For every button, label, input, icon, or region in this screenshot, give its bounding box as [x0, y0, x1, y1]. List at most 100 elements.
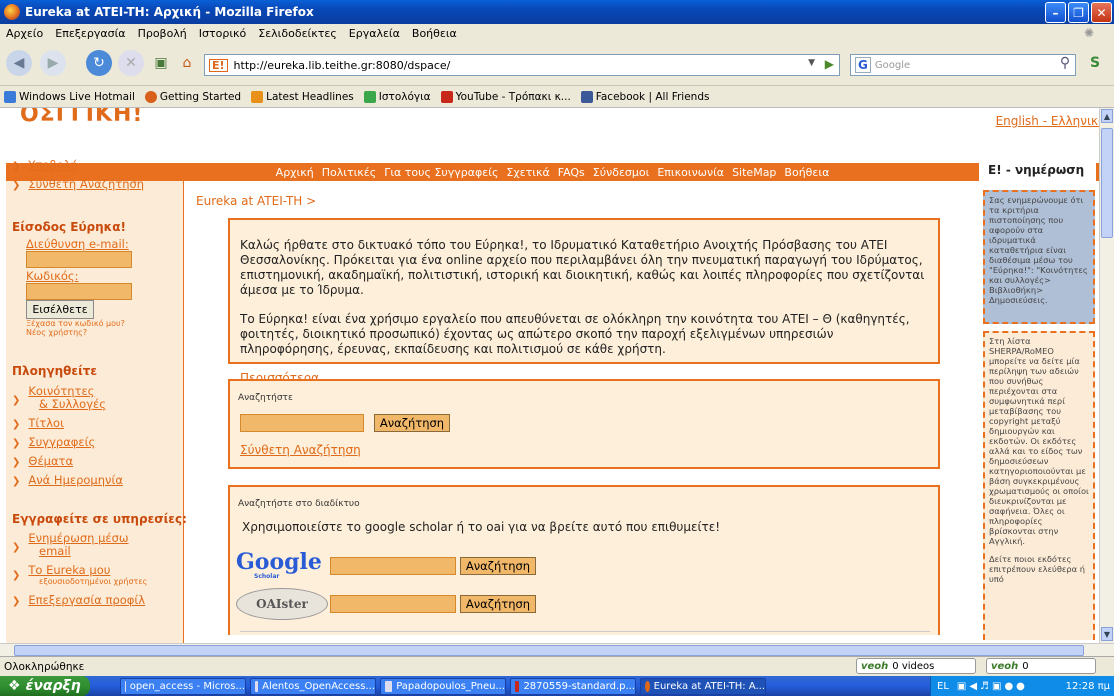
chevron-right-icon: ❯ — [12, 395, 21, 406]
hotmail-icon — [4, 90, 16, 103]
search-box[interactable]: G Google — [850, 54, 1076, 76]
sidebar-item-collections[interactable]: & Συλλογές — [39, 397, 106, 411]
menu-bookmarks[interactable]: Σελιδοδείκτες — [258, 27, 337, 40]
site-logo[interactable]: ΟΣΓΓΙΚΗ! — [20, 108, 143, 122]
search-input[interactable] — [240, 414, 364, 432]
nav-faqs[interactable]: FAQs — [558, 166, 585, 179]
bookmark-hotmail[interactable]: Windows Live Hotmail — [4, 90, 135, 103]
sidebar-item-authors[interactable]: ❯ Συγγραφείς — [12, 435, 95, 449]
sidebar-item-communities[interactable]: ❯Κοινότητες — [12, 384, 94, 406]
taskbar-item-pdf[interactable]: 2870559-standard.p... — [510, 678, 636, 695]
sidebar-item-advanced-search[interactable]: ❯ Σύνθετη Αναζήτηση — [12, 177, 144, 191]
google-scholar-search-button[interactable]: Αναζήτηση — [460, 557, 536, 575]
news-box-2: Στη λίστα SHERPA/RoMEO μπορείτε να δείτε… — [983, 331, 1095, 640]
nav-home[interactable]: Αρχική — [276, 166, 314, 179]
nav-contact[interactable]: Επικοινωνία — [657, 166, 724, 179]
menu-view[interactable]: Προβολή — [138, 27, 187, 40]
taskbar-item-firefox[interactable]: Eureka at ATEI-TH: A... — [640, 678, 766, 695]
taskbar-item-alentos[interactable]: Alentos_OpenAccess... — [250, 678, 376, 695]
sidebar-item-by-date[interactable]: ❯ Ανά Ημερομηνία — [12, 473, 123, 487]
forgot-password-link[interactable]: Ξέχασα τον κωδικό μου? — [26, 319, 125, 328]
search-label: Αναζητήστε — [238, 393, 293, 403]
veoh-widget-2[interactable]: veoh 0 — [986, 658, 1096, 674]
taskbar-item-papadopoulos[interactable]: Papadopoulos_Pneu... — [380, 678, 506, 695]
stop-button[interactable]: ✕ — [118, 50, 144, 76]
veoh-videos-widget[interactable]: veoh 0 videos — [856, 658, 976, 674]
bookmark-youtube[interactable]: YouTube - Τρόπακι κ... — [440, 90, 571, 103]
back-button[interactable]: ◀ — [6, 50, 32, 76]
go-arrow-icon[interactable]: ▶ — [825, 57, 834, 71]
bookmark-facebook[interactable]: Facebook | All Friends — [580, 90, 709, 103]
minimize-button[interactable]: – — [1045, 2, 1066, 23]
sidebar-item-email-alerts-2[interactable]: email — [39, 544, 71, 558]
home-button[interactable]: ⌂ — [174, 50, 200, 76]
language-indicator[interactable]: EL — [937, 681, 949, 692]
addon-s-icon[interactable]: S — [1082, 50, 1108, 76]
chevron-right-icon: ❯ — [12, 457, 21, 468]
sidebar-item-submit[interactable]: ❯ Υποβολή — [12, 158, 78, 172]
menu-edit[interactable]: Επεξεργασία — [55, 27, 125, 40]
rss-icon — [251, 90, 264, 103]
web-search-description: Χρησιμοποιείστε το google scholar ή το o… — [242, 520, 721, 534]
start-button[interactable]: ❖ έναρξη — [0, 676, 90, 696]
bookmark-blogs[interactable]: Ιστολόγια — [363, 90, 431, 103]
close-button[interactable]: ✕ — [1091, 2, 1112, 23]
nav-links[interactable]: Σύνδεσμοι — [593, 166, 650, 179]
breadcrumb[interactable]: Eureka at ATEI-TH > — [196, 194, 316, 208]
chevron-right-icon: ❯ — [12, 570, 21, 581]
nav-authors[interactable]: Για τους Συγγραφείς — [384, 166, 498, 179]
advanced-search-link[interactable]: Σύνθετη Αναζήτηση — [240, 443, 361, 457]
menu-help[interactable]: Βοήθεια — [412, 27, 457, 40]
menu-file[interactable]: Αρχείο — [6, 27, 43, 40]
horizontal-scrollbar[interactable] — [0, 643, 1114, 656]
chevron-right-icon: ❯ — [12, 596, 21, 607]
blog-icon — [363, 90, 376, 103]
scroll-down-icon[interactable]: ▼ — [1101, 627, 1113, 641]
sidebar-item-edit-profile[interactable]: ❯ Επεξεργασία προφίλ — [12, 593, 145, 607]
nav-policies[interactable]: Πολιτικές — [322, 166, 376, 179]
google-scholar-input[interactable] — [330, 557, 456, 575]
url-dropdown-icon[interactable]: ▼ — [808, 58, 815, 68]
reload-button[interactable]: ↻ — [86, 50, 112, 76]
oaister-input[interactable] — [330, 595, 456, 613]
maximize-button[interactable]: ❐ — [1068, 2, 1089, 23]
chevron-right-icon: ❯ — [12, 476, 21, 487]
sidebar-item-email-alerts[interactable]: ❯Ενημέρωση μέσω — [12, 531, 129, 553]
menu-tools[interactable]: Εργαλεία — [349, 27, 400, 40]
bookmark-latest-headlines[interactable]: Latest Headlines — [251, 90, 354, 103]
hscroll-thumb[interactable] — [14, 645, 1084, 656]
firefox-icon — [4, 4, 20, 20]
search-button[interactable]: Αναζήτηση — [374, 414, 450, 432]
bookmark-page-icon[interactable]: ▣ — [148, 50, 174, 76]
menu-bar: Αρχείο Επεξεργασία Προβολή Ιστορικό Σελι… — [0, 24, 1114, 42]
throbber-icon: ✺ — [1083, 26, 1094, 40]
forward-button[interactable]: ▶ — [40, 50, 66, 76]
email-field[interactable] — [26, 251, 132, 268]
tray-icons[interactable]: ▣◀♬▣●● — [957, 681, 1028, 692]
search-engine-icon[interactable]: G — [855, 57, 871, 73]
language-switch[interactable]: English - Ελληνικά — [996, 114, 1106, 128]
sidebar-item-titles[interactable]: ❯ Τίτλοι — [12, 416, 64, 430]
sidebar-item-subjects[interactable]: ❯ Θέματα — [12, 454, 73, 468]
divider — [240, 631, 930, 632]
search-magnifier-icon[interactable]: ⚲ — [1052, 50, 1078, 76]
youtube-icon — [440, 90, 453, 103]
menu-history[interactable]: Ιστορικό — [199, 27, 247, 40]
sidebar-item-my-eureka[interactable]: ❯ Το Eureka μου — [12, 563, 110, 581]
status-text: Ολοκληρώθηκε — [4, 660, 85, 673]
vertical-scrollbar[interactable]: ▲ ▼ — [1099, 108, 1114, 643]
new-user-link[interactable]: Νέος χρήστης? — [26, 328, 87, 337]
local-search-box: Αναζητήστε Αναζήτηση Σύνθετη Αναζήτηση — [228, 379, 940, 469]
taskbar-item-word[interactable]: open_access - Micros... — [120, 678, 246, 695]
nav-help[interactable]: Βοήθεια — [784, 166, 829, 179]
nav-about[interactable]: Σχετικά — [506, 166, 549, 179]
login-button[interactable]: Εισέλθετε — [26, 300, 94, 319]
nav-sitemap[interactable]: SiteMap — [732, 166, 776, 179]
scroll-thumb[interactable] — [1101, 128, 1113, 238]
oaister-search-button[interactable]: Αναζήτηση — [460, 595, 536, 613]
scroll-up-icon[interactable]: ▲ — [1101, 109, 1113, 123]
address-bar[interactable]: E! http://eureka.lib.teithe.gr:8080/dspa… — [204, 54, 840, 76]
bookmark-getting-started[interactable]: Getting Started — [144, 90, 241, 103]
password-field[interactable] — [26, 283, 132, 300]
subscribe-heading: Εγγραφείτε σε υπηρεσίες: — [12, 512, 187, 526]
